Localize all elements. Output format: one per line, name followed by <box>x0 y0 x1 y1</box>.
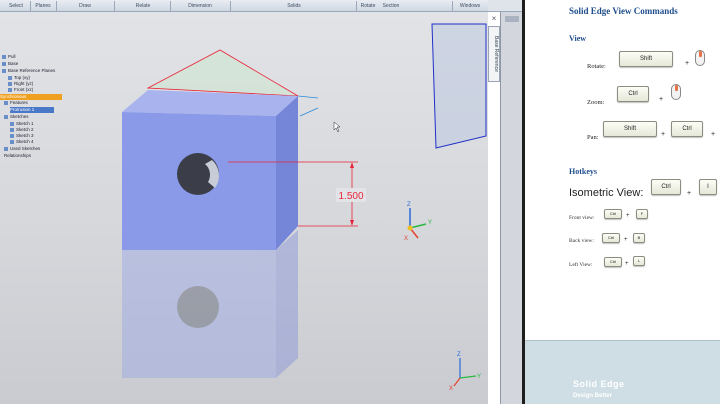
tree-item[interactable]: Front (xz) <box>8 87 33 93</box>
tree-item[interactable]: Sketch 4 <box>10 139 34 145</box>
pan-label: Pan: <box>587 134 599 141</box>
tree-item[interactable]: Base Reference Planes <box>2 68 55 74</box>
doc-title: Solid Edge View Commands <box>569 6 678 16</box>
brand-title: Solid Edge <box>573 379 625 389</box>
ctrl-key: Ctrl <box>651 179 681 195</box>
sketch-profile <box>146 49 299 97</box>
ribbon-separator <box>114 1 115 11</box>
ribbon-separator <box>56 1 57 11</box>
plus-sign: + <box>625 261 629 267</box>
left-view-label: Left View: <box>569 262 593 268</box>
plus-sign: + <box>626 213 630 219</box>
f-key: F <box>636 209 648 219</box>
cube-reflection <box>122 230 298 378</box>
tree-item[interactable]: Sketches <box>4 114 29 120</box>
corner-triad-z: Z <box>457 352 461 358</box>
triad-x-label: X <box>404 236 408 242</box>
tree-item-protrusion[interactable]: Protrusion 1 <box>10 107 54 113</box>
pathfinder-tree[interactable]: Pull Base Base Reference Planes Top (xy)… <box>0 12 80 404</box>
reference-plane <box>431 23 487 149</box>
tree-item[interactable]: Pull <box>2 54 16 60</box>
plus-sign: + <box>624 237 628 243</box>
ribbon-separator <box>30 1 31 11</box>
ribbon-group-dimension[interactable]: Dimension <box>174 1 226 11</box>
side-tab[interactable]: Base Reference <box>488 26 500 82</box>
ctrl-key: Ctrl <box>604 209 622 219</box>
corner-triad-x: X <box>449 386 453 392</box>
ribbon-group-planes[interactable]: Planes <box>32 1 54 11</box>
view-heading: View <box>569 34 587 43</box>
ribbon-separator <box>230 1 231 11</box>
scrollbar-thumb[interactable] <box>505 16 519 22</box>
ribbon-group-select[interactable]: Select <box>4 1 28 11</box>
corner-dimension <box>297 95 319 117</box>
close-icon[interactable]: × <box>489 14 499 24</box>
mouse-middle-icon <box>695 50 705 66</box>
ribbon-right-area <box>488 0 522 12</box>
brand-tagline: Design Better <box>573 393 613 399</box>
b-key: B <box>633 233 645 243</box>
brand-banner: Solid Edge Design Better <box>525 340 720 404</box>
dimension-value[interactable]: 1.500 <box>338 191 363 202</box>
ribbon-separator <box>356 1 357 11</box>
triad-y-label: Y <box>428 220 432 226</box>
ribbon-group-draw[interactable]: Draw <box>60 1 110 11</box>
rotate-label: Rotate: <box>587 63 606 70</box>
mouse-cursor <box>333 121 341 133</box>
ctrl-key: Ctrl <box>604 257 622 267</box>
ribbon-group-section[interactable]: Section <box>380 1 402 11</box>
zoom-label: Zoom: <box>587 99 605 106</box>
plus-sign: + <box>687 190 692 197</box>
cube-side-face[interactable] <box>276 96 298 250</box>
shift-key: Shift <box>619 51 673 67</box>
mouse-middle-icon <box>671 84 681 100</box>
ribbon-group-rotate[interactable]: Rotate <box>358 1 378 11</box>
plus-sign: + <box>659 96 664 103</box>
ctrl-key: Ctrl <box>602 233 620 243</box>
ribbon-group-windows[interactable]: Windows <box>456 1 484 11</box>
triad-z-label: Z <box>407 202 411 208</box>
ribbon-group-relate[interactable]: Relate <box>118 1 168 11</box>
isometric-label: Isometric View: <box>569 187 644 199</box>
tree-item[interactable]: Features <box>4 100 28 106</box>
tree-item[interactable]: Relationships <box>4 153 31 159</box>
ribbon-separator <box>170 1 171 11</box>
center-triad: Z Y X <box>404 202 432 242</box>
tree-item[interactable]: Used Sketches <box>4 146 40 152</box>
corner-triad-y: Y <box>477 374 481 380</box>
plus-sign: + <box>661 131 666 138</box>
ribbon-group-solids[interactable]: Solids <box>234 1 354 11</box>
tree-item[interactable]: Base <box>2 61 18 67</box>
plus-sign: + <box>711 131 716 138</box>
hotkeys-heading: Hotkeys <box>569 167 597 176</box>
ribbon-separator <box>452 1 453 11</box>
shift-key: Shift <box>603 121 657 137</box>
ribbon-toolbar: Select Planes Draw Relate Dimension Soli… <box>0 0 488 12</box>
plus-sign: + <box>685 60 690 67</box>
i-key: I <box>699 179 717 195</box>
back-view-label: Back view: <box>569 238 594 244</box>
vertical-scrollbar[interactable] <box>500 12 522 404</box>
corner-triad: Z Y X <box>449 352 481 392</box>
front-view-label: Front view: <box>569 215 595 221</box>
l-key: L <box>633 256 645 266</box>
reference-document: Solid Edge View Commands View Rotate: Sh… <box>525 0 720 404</box>
ctrl-key: Ctrl <box>671 121 703 137</box>
ctrl-key: Ctrl <box>617 86 649 102</box>
